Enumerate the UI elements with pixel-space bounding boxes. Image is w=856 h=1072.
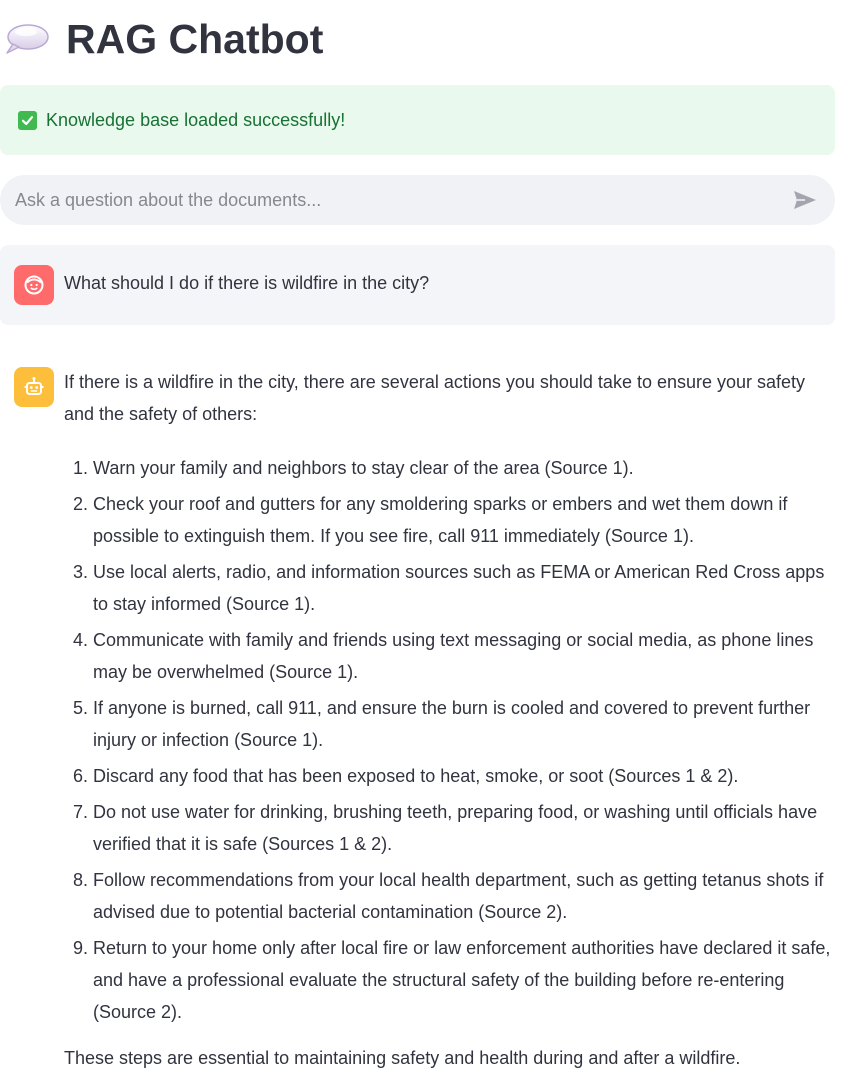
page-title: RAG Chatbot [66,15,324,62]
list-item: Warn your family and neighbors to stay c… [93,452,839,484]
app-page: RAG Chatbot Knowledge base loaded succes… [0,0,856,1072]
check-mark-icon [18,110,37,130]
assistant-steps-list: Warn your family and neighbors to stay c… [64,452,839,1028]
success-alert: Knowledge base loaded successfully! [0,85,835,155]
list-item: Discard any food that has been exposed t… [93,760,839,792]
list-item: Do not use water for drinking, brushing … [93,796,839,860]
list-item: Follow recommendations from your local h… [93,864,839,928]
list-item: Use local alerts, radio, and information… [93,556,839,620]
robot-icon [24,377,44,395]
speech-balloon-icon [4,21,50,57]
assistant-intro: If there is a wildfire in the city, ther… [64,372,806,424]
list-item: Return to your home only after local fir… [93,932,839,1028]
send-button[interactable] [785,180,825,220]
chat-input-container [0,175,835,225]
assistant-avatar [14,367,54,407]
assistant-closing: These steps are essential to maintaining… [64,1048,741,1068]
chat-input[interactable] [0,175,785,225]
user-avatar [14,265,54,305]
list-item: Communicate with family and friends usin… [93,624,839,688]
user-message-text: What should I do if there is wildfire in… [64,273,430,293]
assistant-message-content: If there is a wildfire in the city, ther… [64,366,839,1072]
user-message: What should I do if there is wildfire in… [0,245,835,325]
list-item: If anyone is burned, call 911, and ensur… [93,692,839,756]
list-item: Check your roof and gutters for any smol… [93,488,839,552]
success-message: Knowledge base loaded successfully! [46,109,346,130]
send-icon [794,191,816,209]
user-face-icon [24,275,44,295]
page-header: RAG Chatbot [4,12,323,66]
